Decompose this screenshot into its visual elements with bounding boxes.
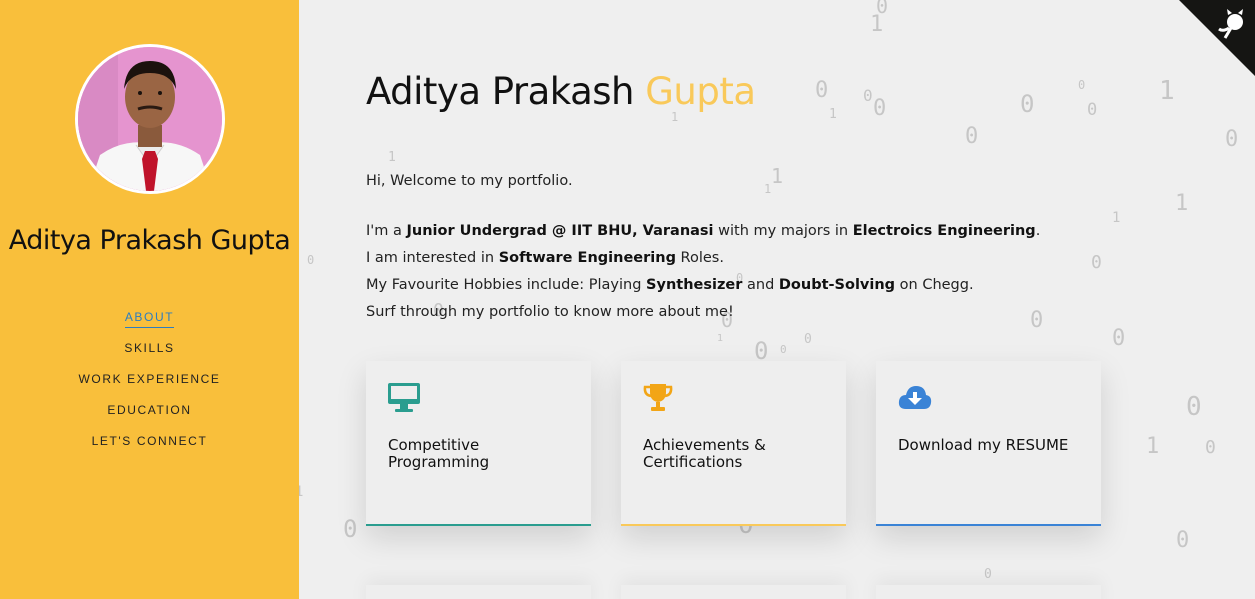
nav-item-label[interactable]: WORK EXPERIENCE (78, 372, 220, 389)
nav-item-label[interactable]: LET'S CONNECT (92, 434, 208, 451)
title-first: Aditya Prakash (366, 70, 635, 113)
card-download-resume[interactable]: Download my RESUME (876, 361, 1101, 526)
page-title: Aditya Prakash Gupta (366, 70, 756, 113)
college-highlight: Junior Undergrad @ IIT BHU, Varanasi (406, 223, 714, 239)
nav-item-lets-connect[interactable]: LET'S CONNECT (0, 432, 299, 463)
main-content: 0 1 0 0 0 0 0 0 1 0 0 1 1 1 1 1 1 1 0 0 … (299, 0, 1255, 599)
cloud-download-icon (898, 383, 932, 415)
interest-highlight: Software Engineering (498, 250, 676, 266)
github-corner-link[interactable] (1179, 0, 1255, 76)
card-competitive-programming[interactable]: Competitive Programming (366, 361, 591, 526)
hobby-doubt: Doubt-Solving (778, 277, 896, 293)
title-accent: Gupta (645, 70, 756, 113)
major-highlight: Electroics Engineering (852, 223, 1036, 239)
intro-line-education: I'm a Junior Undergrad @ IIT BHU, Varana… (366, 223, 1041, 239)
intro-line-surf: Surf through my portfolio to know more a… (366, 304, 734, 320)
trophy-icon (643, 383, 673, 417)
nav-item-work-experience[interactable]: WORK EXPERIENCE (0, 370, 299, 401)
intro-line-hobbies: My Favourite Hobbies include: Playing Sy… (366, 277, 974, 293)
nav-item-skills[interactable]: SKILLS (0, 339, 299, 370)
monitor-icon (388, 383, 420, 417)
card-achievements[interactable]: Achievements & Certifications (621, 361, 846, 526)
avatar (75, 44, 225, 194)
sidebar-nav: ABOUT SKILLS WORK EXPERIENCE EDUCATION L… (0, 308, 299, 463)
nav-item-about[interactable]: ABOUT (0, 308, 299, 339)
nav-item-label[interactable]: ABOUT (124, 310, 175, 328)
hobby-synth: Synthesizer (646, 277, 743, 293)
intro-text: Hi, Welcome to my portfolio. I'm a Junio… (366, 168, 1066, 326)
card-label: Download my RESUME (898, 436, 1069, 454)
nav-item-label[interactable]: EDUCATION (107, 403, 191, 420)
next-row-card (621, 585, 846, 599)
sidebar: Aditya Prakash Gupta ABOUT SKILLS WORK E… (0, 0, 299, 599)
next-row-card (876, 585, 1101, 599)
sidebar-name: Aditya Prakash Gupta (8, 225, 291, 256)
welcome-line: Hi, Welcome to my portfolio. (366, 173, 573, 189)
card-label: Competitive Programming (388, 436, 490, 471)
nav-item-label[interactable]: SKILLS (124, 341, 174, 358)
card-label: Achievements & Certifications (643, 436, 766, 471)
nav-item-education[interactable]: EDUCATION (0, 401, 299, 432)
intro-line-interests: I am interested in Software Engineering … (366, 250, 724, 266)
github-octocat-icon (1179, 0, 1255, 76)
next-row-card (366, 585, 591, 599)
